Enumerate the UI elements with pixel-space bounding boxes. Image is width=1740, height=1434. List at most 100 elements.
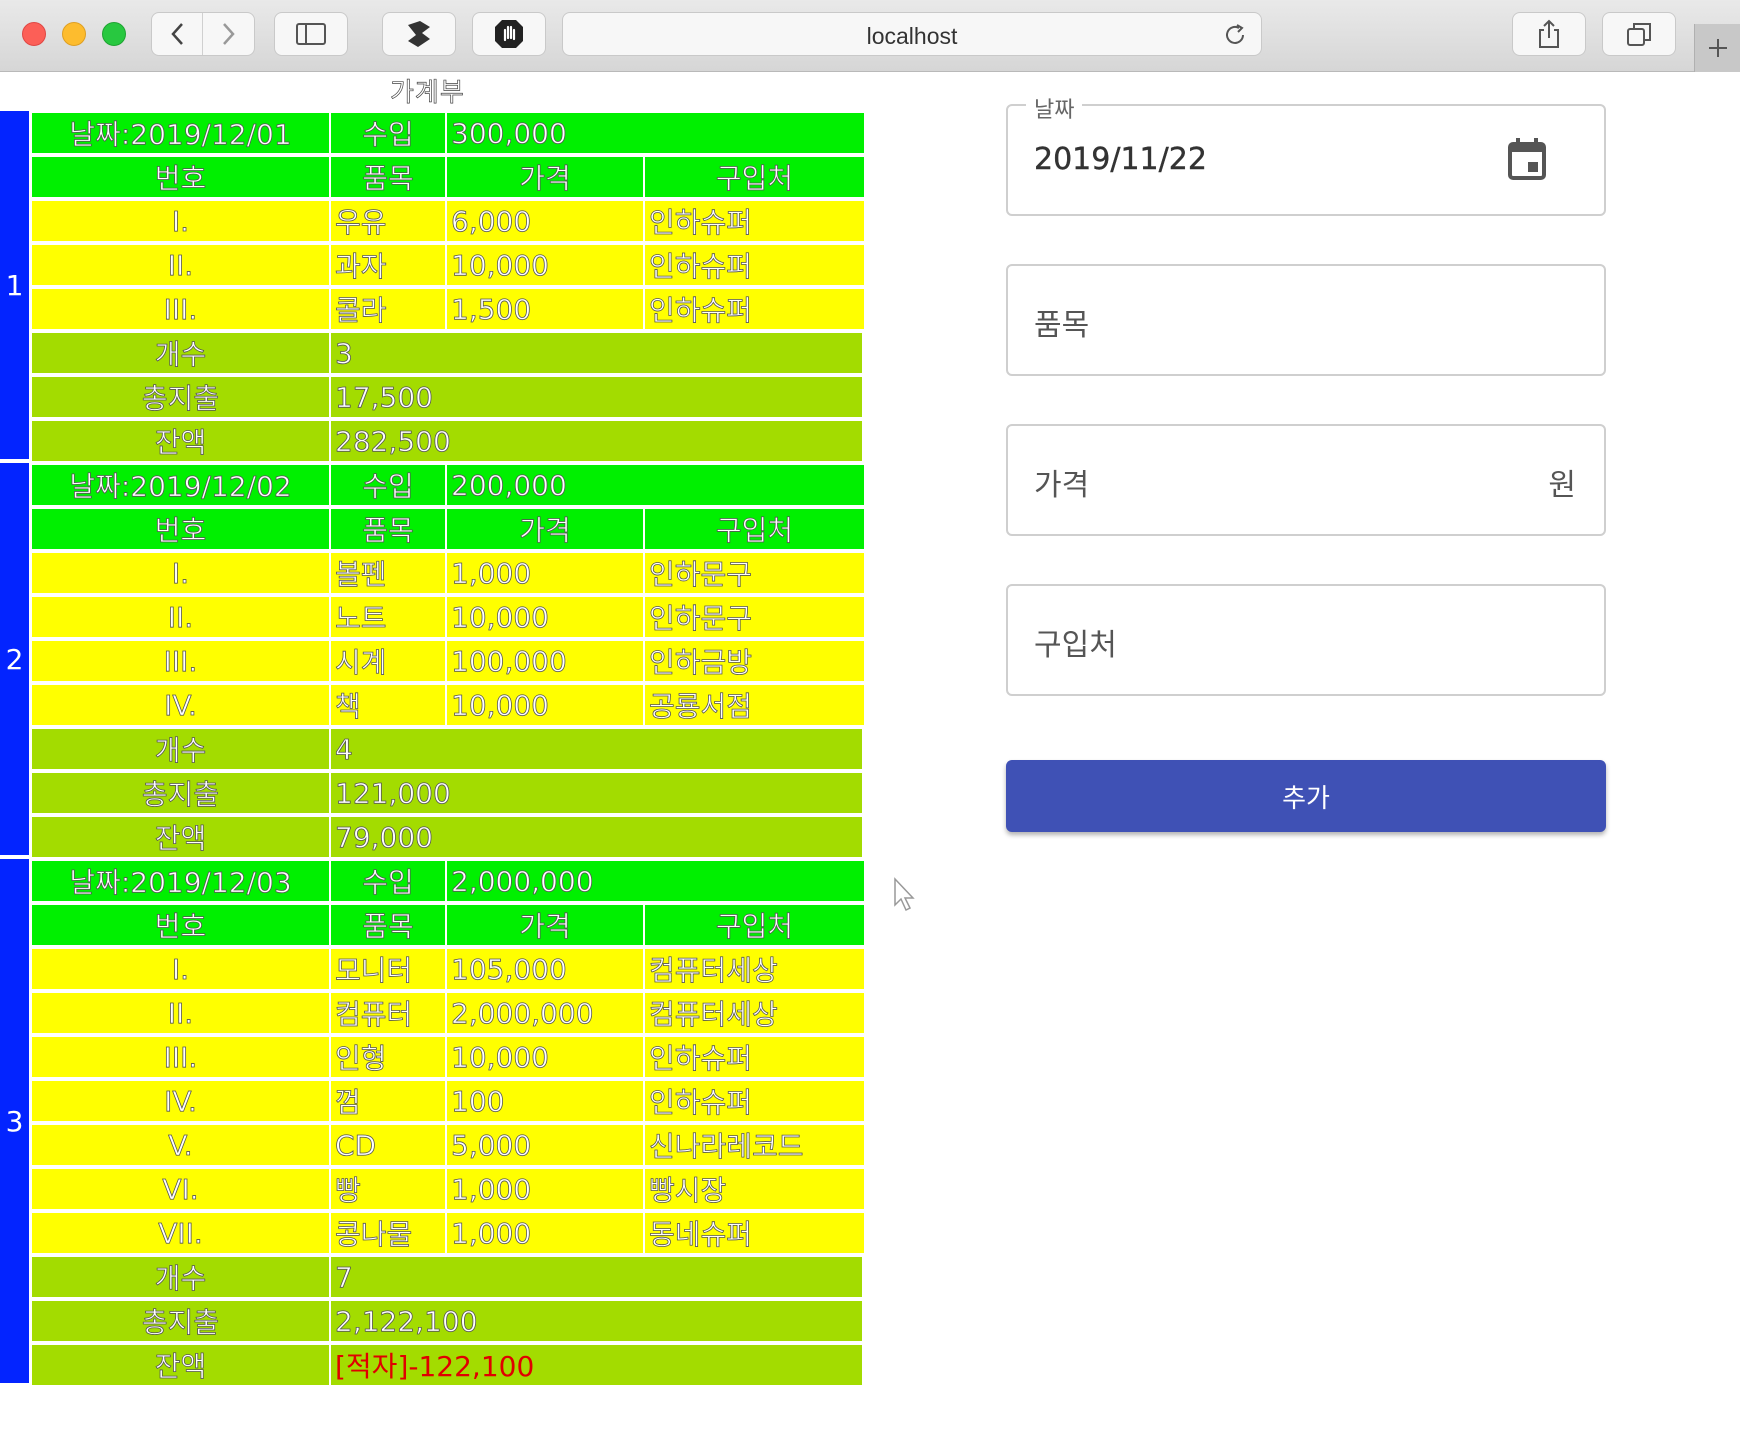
item-number: I.: [32, 949, 329, 989]
item-number: V.: [32, 1125, 329, 1165]
share-icon: [1539, 19, 1559, 48]
header-item: 품목: [331, 509, 445, 549]
chevron-left-icon: [171, 23, 183, 45]
date-income-row: 날짜:2019/12/01 수입 300,000: [32, 111, 866, 155]
balance-value: [적자]-122,100: [331, 1345, 862, 1385]
date-income-row: 날짜:2019/12/02 수입 200,000: [32, 463, 866, 507]
calendar-icon[interactable]: [1508, 138, 1546, 184]
item-price: 6,000: [447, 201, 643, 241]
balance-label: 잔액: [32, 421, 329, 461]
income-label: 수입: [331, 861, 445, 901]
address-bar[interactable]: localhost: [562, 12, 1262, 56]
table-row: IV. 책 10,000 공룡서점: [32, 683, 866, 727]
item-price: 10,000: [447, 245, 643, 285]
item-input[interactable]: 품목: [1006, 264, 1606, 376]
item-store: 공룡서점: [645, 685, 864, 725]
ledger-day-block: 1 날짜:2019/12/01 수입 300,000 번호 품목 가격 구입처 I. 우유 6,00…: [0, 111, 866, 463]
balance-row: 잔액 282,500: [32, 419, 866, 463]
total-value: 17,500: [331, 377, 862, 417]
price-input[interactable]: 가격 원: [1006, 424, 1606, 536]
reload-icon[interactable]: [1223, 23, 1247, 51]
balance-value: 282,500: [331, 421, 862, 461]
back-button[interactable]: [152, 13, 204, 55]
item-number: I.: [32, 553, 329, 593]
table-row: II. 과자 10,000 인하슈퍼: [32, 243, 866, 287]
column-header-row: 번호 품목 가격 구입처: [32, 507, 866, 551]
item-name: 빵: [331, 1169, 445, 1209]
date-label: 날짜: [1026, 92, 1083, 124]
total-value: 121,000: [331, 773, 862, 813]
total-label: 총지출: [32, 1301, 329, 1341]
extension-button[interactable]: [382, 12, 456, 56]
item-placeholder: 품목: [1034, 308, 1090, 343]
item-price: 10,000: [447, 1037, 643, 1077]
table-row: III. 인형 10,000 인하슈퍼: [32, 1035, 866, 1079]
item-name: 책: [331, 685, 445, 725]
count-row: 개수 4: [32, 727, 866, 771]
date-cell: 날짜:2019/12/01: [32, 113, 329, 153]
table-row: III. 콜라 1,500 인하슈퍼: [32, 287, 866, 331]
item-number: VI.: [32, 1169, 329, 1209]
browser-toolbar: localhost: [0, 0, 1740, 72]
share-button[interactable]: [1512, 12, 1586, 56]
store-placeholder: 구입처: [1034, 628, 1117, 663]
day-index: 2: [0, 463, 29, 859]
item-number: III.: [32, 641, 329, 681]
header-price: 가격: [447, 157, 643, 197]
item-name: 모니터: [331, 949, 445, 989]
ledger-table: 1 날짜:2019/12/01 수입 300,000 번호 품목 가격 구입처 I. 우유 6,00…: [0, 111, 866, 1387]
price-placeholder: 가격: [1034, 468, 1090, 503]
count-row: 개수 3: [32, 331, 866, 375]
ledger-day-block: 3 날짜:2019/12/03 수입 2,000,000 번호 품목 가격 구입처 I. 모니터 1…: [0, 859, 866, 1387]
item-number: II.: [32, 993, 329, 1033]
store-input[interactable]: 구입처: [1006, 584, 1606, 696]
item-number: III.: [32, 289, 329, 329]
count-label: 개수: [32, 333, 329, 373]
new-tab-button[interactable]: [1694, 24, 1740, 72]
extension-icon: [408, 21, 430, 47]
balance-label: 잔액: [32, 1345, 329, 1385]
date-value[interactable]: 2019/11/22: [1034, 142, 1207, 177]
item-store: 인하슈퍼: [645, 245, 864, 285]
date-field[interactable]: 날짜 2019/11/22: [1006, 92, 1606, 216]
item-price: 5,000: [447, 1125, 643, 1165]
item-price: 100,000: [447, 641, 643, 681]
add-button[interactable]: 추가: [1006, 760, 1606, 832]
item-number: IV.: [32, 685, 329, 725]
income-value: 200,000: [447, 465, 864, 505]
close-window-button[interactable]: [22, 22, 46, 46]
table-row: III. 시계 100,000 인하금방: [32, 639, 866, 683]
total-row: 총지출 17,500: [32, 375, 866, 419]
tabs-overview-button[interactable]: [1602, 12, 1676, 56]
ledger-day-block: 2 날짜:2019/12/02 수입 200,000 번호 품목 가격 구입처 I. 볼펜 1,00…: [0, 463, 866, 859]
item-price: 10,000: [447, 597, 643, 637]
content-blocker-button[interactable]: [472, 12, 546, 56]
item-store: 신나라레코드: [645, 1125, 864, 1165]
date-cell: 날짜:2019/12/02: [32, 465, 329, 505]
item-store: 인하문구: [645, 553, 864, 593]
item-name: 껌: [331, 1081, 445, 1121]
day-index: 3: [0, 859, 29, 1387]
total-label: 총지출: [32, 377, 329, 417]
item-store: 컴퓨터세상: [645, 993, 864, 1033]
item-price: 1,500: [447, 289, 643, 329]
table-row: II. 컴퓨터 2,000,000 컴퓨터세상: [32, 991, 866, 1035]
item-name: 노트: [331, 597, 445, 637]
hand-stop-icon: [495, 20, 523, 48]
item-price: 100: [447, 1081, 643, 1121]
day-index: 1: [0, 111, 29, 463]
income-value: 300,000: [447, 113, 864, 153]
date-income-row: 날짜:2019/12/03 수입 2,000,000: [32, 859, 866, 903]
item-price: 2,000,000: [447, 993, 643, 1033]
header-number: 번호: [32, 509, 329, 549]
table-row: I. 모니터 105,000 컴퓨터세상: [32, 947, 866, 991]
item-store: 인하슈퍼: [645, 289, 864, 329]
table-row: V. CD 5,000 신나라레코드: [32, 1123, 866, 1167]
forward-button[interactable]: [203, 13, 254, 55]
item-store: 동네슈퍼: [645, 1213, 864, 1253]
header-store: 구입처: [645, 509, 864, 549]
zoom-window-button[interactable]: [102, 22, 126, 46]
minimize-window-button[interactable]: [62, 22, 86, 46]
item-price: 10,000: [447, 685, 643, 725]
sidebar-toggle-button[interactable]: [274, 12, 348, 56]
